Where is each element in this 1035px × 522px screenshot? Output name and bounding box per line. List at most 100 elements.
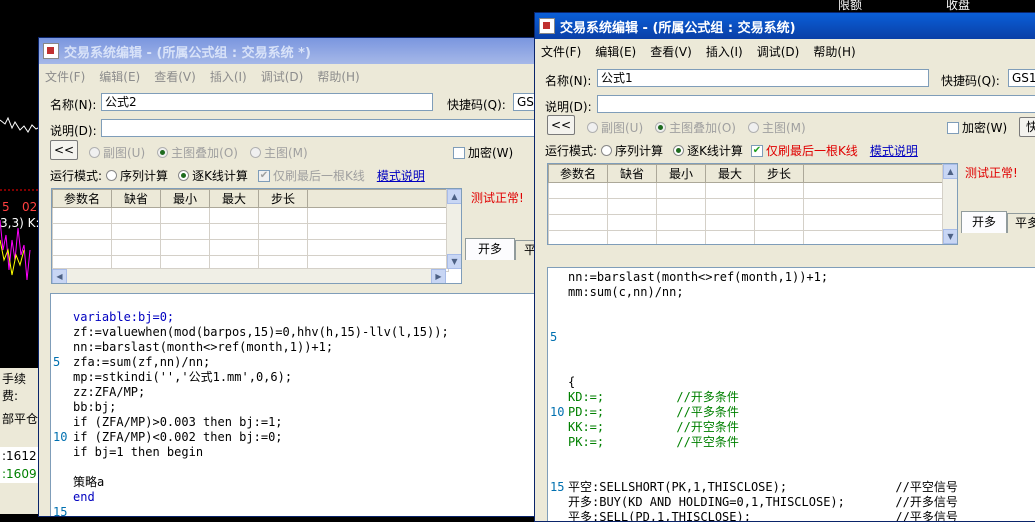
radio-main-chart-label: 主图(M) <box>263 146 308 160</box>
table-row[interactable] <box>548 198 945 215</box>
radio-kline-calc[interactable] <box>178 170 190 181</box>
col-header-blank <box>307 189 449 208</box>
name-input[interactable]: 公式1 <box>597 69 929 87</box>
hotkey-input[interactable]: GS1 <box>1008 69 1035 87</box>
bg-label: 3,3) K: <box>0 216 40 230</box>
radio-main-overlay-label: 主图叠加(O) <box>171 146 238 160</box>
hotkey-label: 快捷码(Q): <box>447 98 506 112</box>
menu-file[interactable]: 文件(F) <box>45 68 85 85</box>
col-header[interactable]: 最大 <box>209 189 259 208</box>
col-header[interactable]: 参数名 <box>548 164 608 183</box>
tab-close-long[interactable]: 平多 <box>1007 213 1035 233</box>
code-line: 策略a <box>73 475 105 489</box>
menu-debug[interactable]: 调试(D) <box>261 68 304 85</box>
table-row[interactable] <box>52 223 449 240</box>
col-header[interactable]: 步长 <box>258 189 308 208</box>
col-header[interactable]: 缺省 <box>111 189 161 208</box>
radio-main-overlay[interactable] <box>157 147 169 158</box>
code-line: variable:bj=0; <box>73 310 175 324</box>
line-number: 5 <box>53 355 61 369</box>
radio-main-chart[interactable] <box>747 122 759 133</box>
scroll-down-icon[interactable]: ▼ <box>943 229 957 244</box>
line-number: 5 <box>550 330 558 344</box>
col-header[interactable]: 参数名 <box>52 189 112 208</box>
bg-label: 5 <box>2 200 10 214</box>
code-editor[interactable]: 5 10 15 variable:bj=0; zf:=valuewhen(mod… <box>50 293 537 516</box>
menu-help[interactable]: 帮助(H) <box>317 68 359 85</box>
scroll-right-icon[interactable]: ▶ <box>431 269 446 283</box>
menu-insert[interactable]: 插入(I) <box>706 43 743 60</box>
scroll-left-icon[interactable]: ◀ <box>52 269 67 283</box>
code-line: zf:=valuewhen(mod(barpos,15)=0,hhv(h,15)… <box>73 325 449 339</box>
menu-edit[interactable]: 编辑(E) <box>595 43 636 60</box>
desc-input[interactable] <box>597 95 1035 113</box>
window-title: 交易系统编辑 - (所属公式组 : 交易系统 *) <box>64 45 311 61</box>
menu-file[interactable]: 文件(F) <box>541 43 581 60</box>
collapse-button[interactable]: << <box>50 140 78 160</box>
radio-kline-calc-label: 逐K线计算 <box>687 144 743 158</box>
code-line: PD:=; //平多条件 <box>568 405 739 419</box>
title-bar[interactable]: 交易系统编辑 - (所属公式组 : 交易系统 *) <box>39 38 537 64</box>
radio-sub-chart[interactable] <box>89 147 100 158</box>
encrypt-checkbox[interactable] <box>453 146 465 159</box>
col-header[interactable]: 最大 <box>705 164 755 183</box>
encrypt-group: 加密(W) <box>947 119 1007 136</box>
table-row[interactable] <box>548 230 945 244</box>
desc-input[interactable] <box>101 119 537 137</box>
menu-edit[interactable]: 编辑(E) <box>99 68 140 85</box>
tab-open-long[interactable]: 开多 <box>961 211 1007 233</box>
refresh-last-checkbox[interactable]: ✔ <box>750 144 763 157</box>
col-header[interactable]: 步长 <box>754 164 804 183</box>
radio-main-overlay[interactable] <box>655 122 667 133</box>
code-line: if (ZFA/MP)<0.002 then bj:=0; <box>73 430 283 444</box>
collapse-button[interactable]: << <box>547 115 575 135</box>
radio-kline-calc[interactable] <box>673 145 685 156</box>
table-row[interactable] <box>548 214 945 231</box>
col-header[interactable]: 最小 <box>160 189 210 208</box>
tab-open-long[interactable]: 开多 <box>465 238 515 260</box>
quick-button[interactable]: 快 <box>1019 117 1035 137</box>
radio-seq-calc[interactable] <box>601 145 613 156</box>
menu-debug[interactable]: 调试(D) <box>757 43 800 60</box>
bg-value: :1612 <box>0 447 40 465</box>
menu-bar: 文件(F) 编辑(E) 查看(V) 插入(I) 调试(D) 帮助(H) <box>535 41 1035 61</box>
scroll-up-icon[interactable]: ▲ <box>447 189 461 204</box>
param-vscrollbar[interactable]: ▲ ▼ <box>446 189 461 269</box>
menu-view[interactable]: 查看(V) <box>650 43 692 60</box>
test-status: 测试正常! <box>965 166 1018 180</box>
table-row[interactable] <box>52 207 449 224</box>
menu-view[interactable]: 查看(V) <box>154 68 196 85</box>
mode-help-link[interactable]: 模式说明 <box>377 167 425 184</box>
code-line: KD:=; //开多条件 <box>568 390 739 404</box>
title-bar[interactable]: 交易系统编辑 - (所属公式组 : 交易系统) <box>535 13 1035 39</box>
code-line: if (ZFA/MP)>0.003 then bj:=1; <box>73 415 283 429</box>
desc-label: 说明(D): <box>545 100 592 114</box>
radio-main-chart[interactable] <box>249 147 261 158</box>
bg-close-label: 部平仓 <box>2 412 39 426</box>
menu-insert[interactable]: 插入(I) <box>210 68 247 85</box>
name-input[interactable]: 公式2 <box>101 93 433 111</box>
mode-help-link[interactable]: 模式说明 <box>870 142 918 159</box>
radio-sub-chart[interactable] <box>587 122 598 133</box>
line-number: 10 <box>550 405 565 419</box>
hotkey-label: 快捷码(Q): <box>941 74 1000 88</box>
desc-label: 说明(D): <box>50 124 97 138</box>
refresh-last-label: 仅刷最后一根K线 <box>765 144 858 158</box>
scroll-down-icon[interactable]: ▼ <box>447 254 461 269</box>
line-gutter <box>51 294 69 516</box>
code-editor[interactable]: 5 10 15 nn:=barslast(month<>ref(month,1)… <box>547 267 1035 521</box>
param-vscrollbar[interactable]: ▲ ▼ <box>942 164 957 244</box>
refresh-last-checkbox[interactable]: ✔ <box>257 169 270 182</box>
col-header[interactable]: 最小 <box>656 164 706 183</box>
param-hscrollbar[interactable]: ◀ ▶ <box>52 268 446 283</box>
scroll-up-icon[interactable]: ▲ <box>943 164 957 179</box>
menu-help[interactable]: 帮助(H) <box>813 43 855 60</box>
code-line: zfa:=sum(zf,nn)/nn; <box>73 355 211 369</box>
col-header[interactable]: 缺省 <box>607 164 657 183</box>
table-row[interactable] <box>52 239 449 256</box>
encrypt-checkbox[interactable] <box>947 121 959 134</box>
table-row[interactable] <box>548 182 945 199</box>
radio-seq-calc[interactable] <box>106 170 118 181</box>
encrypt-label: 加密(W) <box>468 146 514 160</box>
run-mode-group: 运行模式: 序列计算 逐K线计算 ✔ 仅刷最后一根K线 模式说明 <box>545 142 918 159</box>
